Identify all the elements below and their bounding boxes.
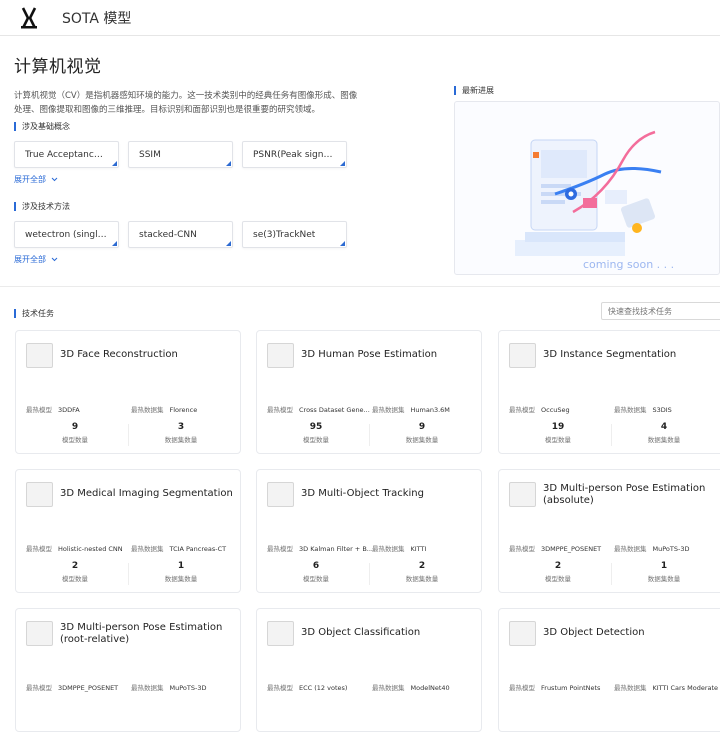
- top-model: 最热模型 3DMPPE_POSENET: [509, 545, 602, 553]
- task-title: 3D Human Pose Estimation: [301, 349, 438, 360]
- site-logo-icon[interactable]: [20, 6, 38, 29]
- task-title: 3D Multi-Object Tracking: [301, 488, 424, 499]
- task-card[interactable]: 3D Object Classification 最热模型 ECC (12 vot…: [256, 608, 482, 732]
- task-title: 3D Face Reconstruction: [60, 349, 178, 360]
- top-dataset: 最热数据集 MuPoTS-3D: [614, 545, 690, 553]
- task-card[interactable]: 3D Human Pose Estimation 最热模型 Cross Datas…: [256, 330, 482, 454]
- dataset-count: 3 数据集数量: [164, 422, 198, 444]
- page-title: SOTA 模型: [62, 10, 132, 27]
- news-label: 最新进展: [454, 86, 720, 95]
- methods-expand-link[interactable]: 展开全部: [14, 254, 58, 265]
- task-card[interactable]: 3D Face Reconstruction 最热模型 3DDFA 最热数据集 Fl…: [15, 330, 241, 454]
- top-dataset: 最热数据集 ModelNet40: [372, 684, 450, 692]
- chevron-down-icon: [51, 177, 57, 182]
- dataset-count: 9 数据集数量: [405, 422, 439, 444]
- task-card[interactable]: 3D Multi-person Pose Estimation (root-re…: [15, 608, 241, 732]
- top-dataset: 最热数据集 Human3.6M: [372, 406, 450, 414]
- news-card: coming soon . . .: [454, 101, 720, 275]
- concepts-chip-row: True Acceptance R... SSIM PSNR(Peak sign…: [14, 141, 347, 168]
- tasks-label: 技术任务: [14, 309, 54, 318]
- task-thumbnail: [26, 482, 53, 507]
- methods-chip-row: wetectron (single ... stacked-CNN se(3)T…: [14, 221, 347, 248]
- task-thumbnail: [509, 343, 536, 368]
- top-model: 最热模型 ECC (12 votes): [267, 684, 348, 692]
- top-model: 最热模型 3D Kalman Filter + B...: [267, 545, 373, 553]
- concept-chip[interactable]: True Acceptance R...: [14, 141, 119, 168]
- intro-section: 计算机视觉 计算机视觉（CV）是指机器感知环境的能力。这一技术类别中的经典任务有…: [0, 36, 720, 286]
- method-chip[interactable]: stacked-CNN: [128, 221, 233, 248]
- task-title: 3D Instance Segmentation: [543, 349, 677, 360]
- model-count: 2 模型数量: [62, 561, 88, 583]
- category-description: 计算机视觉（CV）是指机器感知环境的能力。这一技术类别中的经典任务有图像形成、图…: [14, 91, 358, 115]
- task-thumbnail: [509, 482, 536, 507]
- task-card[interactable]: 3D Instance Segmentation 最热模型 OccuSeg 最热数…: [498, 330, 720, 454]
- method-chip[interactable]: se(3)TrackNet: [242, 221, 347, 248]
- model-count: 6 模型数量: [303, 561, 329, 583]
- task-card[interactable]: 3D Multi-Object Tracking 最热模型 3D Kalman F…: [256, 469, 482, 593]
- top-dataset: 最热数据集 S3DIS: [614, 406, 672, 414]
- concepts-label: 涉及基础概念: [14, 122, 70, 131]
- top-dataset: 最热数据集 Florence: [131, 406, 198, 414]
- model-count: 19 模型数量: [545, 422, 571, 444]
- model-count: 9 模型数量: [62, 422, 88, 444]
- dataset-count: 1 数据集数量: [164, 561, 198, 583]
- coming-soon-text: coming soon . . .: [583, 258, 674, 271]
- task-thumbnail: [509, 621, 536, 646]
- task-thumbnail: [267, 343, 294, 368]
- top-dataset: 最热数据集 TCIA Pancreas-CT: [131, 545, 227, 553]
- top-model: 最热模型 Holistic-nested CNN: [26, 545, 123, 553]
- coming-soon-illustration: coming soon . . .: [515, 130, 674, 271]
- concepts-expand-link[interactable]: 展开全部: [14, 174, 58, 185]
- task-title: 3D Medical Imaging Segmentation: [60, 488, 233, 499]
- task-thumbnail: [26, 621, 53, 646]
- top-bar: SOTA 模型: [0, 0, 720, 36]
- task-search-input[interactable]: [601, 302, 720, 320]
- task-title: 3D Multi-person Pose Estimation (absolut…: [543, 483, 706, 506]
- top-model: 最热模型 Frustum PointNets: [509, 684, 601, 692]
- chevron-down-icon: [51, 257, 57, 262]
- model-count: 95 模型数量: [303, 422, 329, 444]
- task-thumbnail: [267, 482, 294, 507]
- top-model: 最热模型 3DMPPE_POSENET: [26, 684, 119, 692]
- model-count: 2 模型数量: [545, 561, 571, 583]
- top-model: 最热模型 OccuSeg: [509, 406, 570, 414]
- task-thumbnail: [267, 621, 294, 646]
- task-title: 3D Object Classification: [301, 627, 421, 638]
- dataset-count: 2 数据集数量: [405, 561, 439, 583]
- task-title: 3D Multi-person Pose Estimation (root-re…: [60, 622, 223, 645]
- concept-chip[interactable]: SSIM: [128, 141, 233, 168]
- news-panel: 最新进展 coming soon . . .: [454, 86, 720, 276]
- top-model: 最热模型 3DDFA: [26, 406, 80, 414]
- intro-block: 计算机视觉 计算机视觉（CV）是指机器感知环境的能力。这一技术类别中的经典任务有…: [14, 52, 364, 117]
- task-thumbnail: [26, 343, 53, 368]
- top-model: 最热模型 Cross Dataset Gene...: [267, 406, 370, 414]
- task-card[interactable]: 3D Multi-person Pose Estimation (absolut…: [498, 469, 720, 593]
- method-chip[interactable]: wetectron (single ...: [14, 221, 119, 248]
- category-heading: 计算机视觉: [14, 57, 102, 77]
- task-title: 3D Object Detection: [543, 627, 645, 638]
- dataset-count: 4 数据集数量: [647, 422, 681, 444]
- methods-label: 涉及技术方法: [14, 202, 70, 211]
- top-dataset: 最热数据集 KITTI Cars Moderate: [614, 684, 719, 692]
- top-dataset: 最热数据集 MuPoTS-3D: [131, 684, 207, 692]
- dataset-count: 1 数据集数量: [647, 561, 681, 583]
- top-dataset: 最热数据集 KITTI: [372, 545, 427, 553]
- task-card[interactable]: 3D Medical Imaging Segmentation 最热模型 Holi…: [15, 469, 241, 593]
- task-card[interactable]: 3D Object Detection 最热模型 Frustum PointNet…: [498, 608, 720, 732]
- section-divider: [0, 286, 720, 287]
- concept-chip[interactable]: PSNR(Peak signal...: [242, 141, 347, 168]
